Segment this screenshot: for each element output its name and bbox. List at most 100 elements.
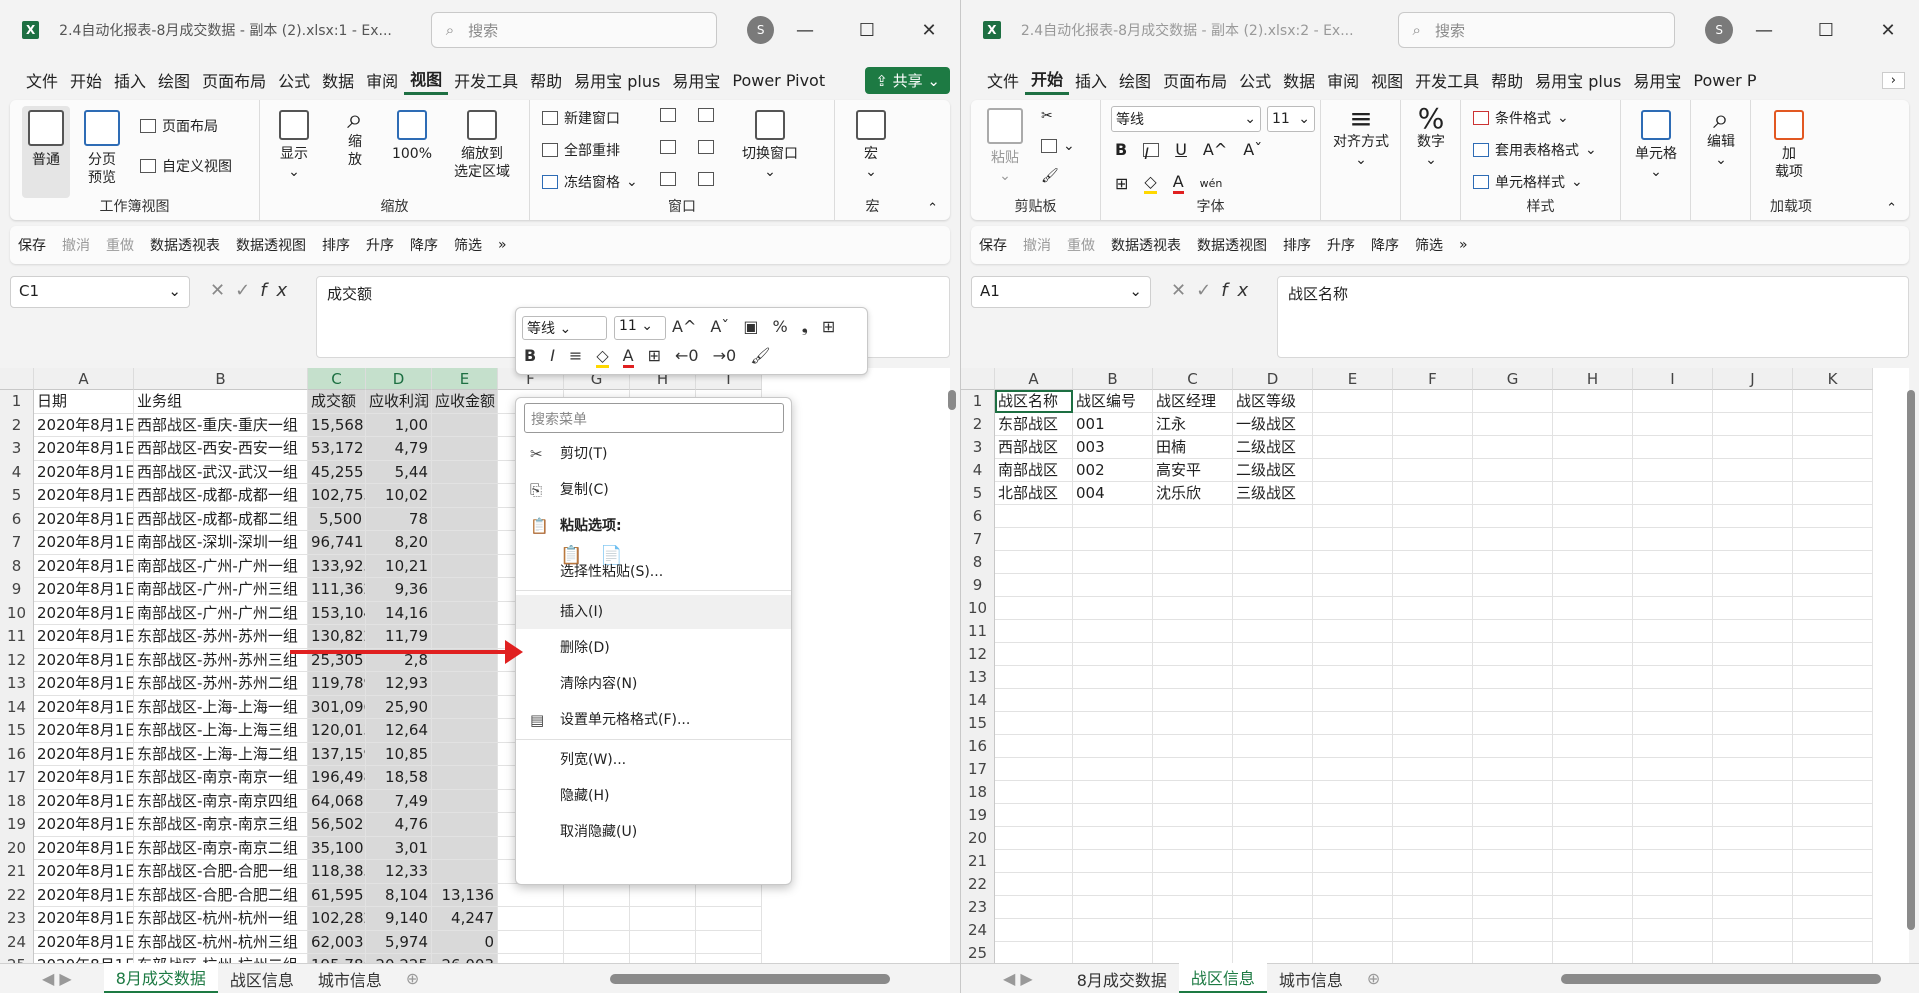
menu-tab[interactable]: 开始	[64, 68, 108, 92]
cell[interactable]: 2020年8月1日	[34, 413, 134, 437]
cell[interactable]: 96,741	[308, 531, 366, 555]
cell[interactable]	[1473, 712, 1553, 735]
menu-tab[interactable]: 文件	[20, 68, 64, 92]
cell[interactable]	[1233, 942, 1313, 965]
italic-icon[interactable]: I	[1143, 142, 1160, 163]
menu-tab[interactable]: 绘图	[152, 68, 196, 92]
cell[interactable]	[1713, 574, 1793, 597]
vertical-scrollbar[interactable]	[1907, 390, 1915, 930]
row-header[interactable]: 15	[961, 712, 995, 735]
cell[interactable]	[1393, 620, 1473, 643]
size-dropdown[interactable]: 11 ⌄	[1267, 106, 1315, 132]
cell[interactable]: 战区等级	[1233, 390, 1313, 413]
cell[interactable]: 战区编号	[1073, 390, 1153, 413]
qat-item[interactable]: 数据透视图	[236, 235, 306, 255]
cell[interactable]	[1393, 436, 1473, 459]
cell[interactable]: 10,02	[366, 484, 432, 508]
cell[interactable]: 5,44	[366, 460, 432, 484]
shrink-font-icon[interactable]: Aˇ	[710, 317, 729, 337]
row-header[interactable]: 23	[961, 896, 995, 919]
cell[interactable]	[1233, 804, 1313, 827]
cell[interactable]	[1393, 896, 1473, 919]
cell[interactable]	[1473, 597, 1553, 620]
table-format-button[interactable]: 套用表格格式 ⌄	[1473, 140, 1597, 160]
cell[interactable]: 61,595	[308, 883, 366, 907]
cell[interactable]	[1793, 459, 1873, 482]
cell[interactable]	[1153, 735, 1233, 758]
cell[interactable]: 002	[1073, 459, 1153, 482]
cell[interactable]	[564, 883, 630, 907]
check-icon[interactable]: ✓	[235, 280, 260, 301]
cell[interactable]	[1313, 850, 1393, 873]
cell[interactable]	[1553, 413, 1633, 436]
cell[interactable]	[1313, 896, 1393, 919]
cell[interactable]	[1393, 689, 1473, 712]
cell[interactable]	[1633, 942, 1713, 965]
row-header[interactable]: 18	[0, 789, 34, 813]
cell[interactable]: 56,502	[308, 813, 366, 837]
menu-tab[interactable]: 页面布局	[196, 68, 272, 92]
cell[interactable]	[1073, 827, 1153, 850]
unhide-item[interactable]: 取消隐藏(U)	[516, 815, 791, 849]
cut-button[interactable]: ✂	[1041, 108, 1053, 124]
row-header[interactable]: 13	[0, 672, 34, 696]
cell[interactable]	[1553, 597, 1633, 620]
cell[interactable]	[1633, 781, 1713, 804]
cell[interactable]	[1553, 804, 1633, 827]
cell[interactable]	[1233, 712, 1313, 735]
column-header[interactable]: F	[1393, 368, 1473, 390]
cell[interactable]	[1073, 505, 1153, 528]
cell[interactable]	[1553, 758, 1633, 781]
new-window-button[interactable]: 新建窗口	[542, 108, 620, 128]
cell[interactable]: 119,789	[308, 672, 366, 696]
cell[interactable]	[1553, 505, 1633, 528]
qat-item[interactable]: 数据透视表	[150, 235, 220, 255]
cell[interactable]	[696, 907, 762, 931]
menu-tab[interactable]: Power P	[1687, 71, 1762, 90]
cancel-icon[interactable]: ✕	[1171, 280, 1196, 301]
cell[interactable]	[1073, 620, 1153, 643]
fx-icon[interactable]: fx	[260, 280, 297, 301]
row-header[interactable]: 4	[961, 459, 995, 482]
cell[interactable]	[1153, 873, 1233, 896]
avatar[interactable]: S	[1705, 16, 1733, 44]
comma-icon[interactable]: ❟	[802, 317, 808, 337]
cell[interactable]: 西部战区-西安-西安一组	[134, 437, 308, 461]
column-header[interactable]: D	[366, 368, 432, 390]
cell[interactable]	[1073, 804, 1153, 827]
cell[interactable]	[1313, 712, 1393, 735]
cell[interactable]	[432, 742, 498, 766]
cell[interactable]	[1633, 574, 1713, 597]
row-header[interactable]: 24	[961, 919, 995, 942]
cell[interactable]: 4,247	[432, 907, 498, 931]
cell[interactable]	[1633, 896, 1713, 919]
paste-button[interactable]: 粘贴 ⌄	[985, 108, 1025, 185]
maximize-icon[interactable]: ☐	[836, 20, 898, 41]
arrange-all-button[interactable]: 全部重排	[542, 140, 620, 160]
cell[interactable]: 南部战区-广州-广州三组	[134, 578, 308, 602]
tab-nav-icon[interactable]: ◀ ▶	[991, 967, 1045, 990]
cell[interactable]: 2020年8月1日	[34, 930, 134, 954]
cell[interactable]	[1553, 482, 1633, 505]
cell[interactable]: 2020年8月1日	[34, 836, 134, 860]
cell[interactable]	[1073, 574, 1153, 597]
cell[interactable]	[696, 930, 762, 954]
row-header[interactable]: 3	[961, 436, 995, 459]
cell[interactable]: 0	[432, 930, 498, 954]
cell[interactable]	[1313, 574, 1393, 597]
cell[interactable]	[1793, 413, 1873, 436]
cell[interactable]	[1153, 850, 1233, 873]
cell[interactable]: 25,90	[366, 695, 432, 719]
cell[interactable]: 2020年8月1日	[34, 437, 134, 461]
menu-search-input[interactable]: 搜索菜单	[524, 403, 784, 433]
cell[interactable]: 5,500	[308, 507, 366, 531]
cell[interactable]	[1713, 896, 1793, 919]
cell[interactable]	[1793, 551, 1873, 574]
cell[interactable]	[1633, 758, 1713, 781]
cell[interactable]	[1713, 528, 1793, 551]
row-header[interactable]: 13	[961, 666, 995, 689]
addins-button[interactable]: 加 载项	[1765, 110, 1813, 181]
cell[interactable]: 西部战区-重庆-重庆一组	[134, 413, 308, 437]
cell[interactable]: 南部战区-广州-广州一组	[134, 554, 308, 578]
cell[interactable]	[995, 850, 1073, 873]
